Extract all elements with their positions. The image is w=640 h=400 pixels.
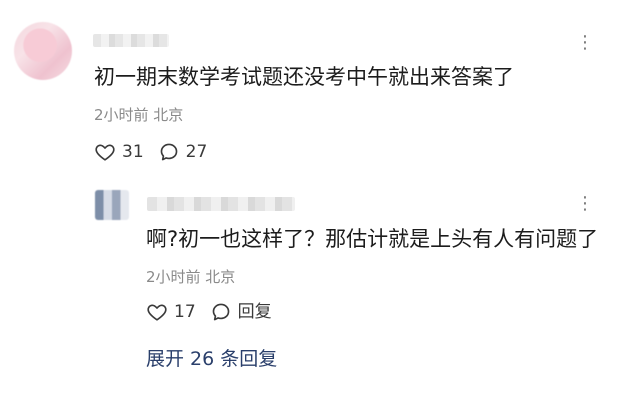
comment-meta: 2小时前 北京 — [94, 106, 184, 124]
comment-thread: ⋮ 初一期末数学考试题还没考中午就出来答案了 2小时前 北京 31 27 ⋮ 啊… — [0, 0, 640, 400]
reply-meta: 2小时前 北京 — [146, 268, 236, 286]
reply-username-blurred[interactable] — [147, 197, 295, 211]
reply-like-button[interactable]: 17 — [146, 301, 196, 323]
reply-text: 啊?初一也这样了？那估计就是上头有人有问题了 — [146, 227, 599, 251]
like-button[interactable]: 31 — [94, 141, 144, 163]
reply-count: 27 — [185, 142, 208, 162]
username-blurred[interactable] — [93, 34, 169, 47]
comment-bubble-icon — [160, 143, 177, 161]
more-icon[interactable]: ⋮ — [576, 34, 595, 52]
heart-icon — [95, 144, 115, 161]
comment-actions: 31 27 — [94, 140, 207, 164]
heart-icon — [147, 304, 167, 321]
expand-replies-link[interactable]: 展开 26 条回复 — [146, 347, 277, 371]
reply-actions: 17 回复 — [146, 300, 272, 324]
avatar[interactable] — [14, 22, 72, 80]
comment-text: 初一期末数学考试题还没考中午就出来答案了 — [94, 65, 514, 89]
like-count: 31 — [122, 142, 144, 162]
reply-like-count: 17 — [174, 302, 196, 322]
reply-count-button[interactable]: 27 — [158, 141, 208, 163]
reply-avatar[interactable] — [95, 190, 129, 220]
comment-bubble-icon — [212, 303, 229, 321]
more-icon[interactable]: ⋮ — [576, 195, 595, 213]
reply-button[interactable]: 回复 — [210, 301, 272, 323]
reply-button-label: 回复 — [237, 302, 272, 322]
